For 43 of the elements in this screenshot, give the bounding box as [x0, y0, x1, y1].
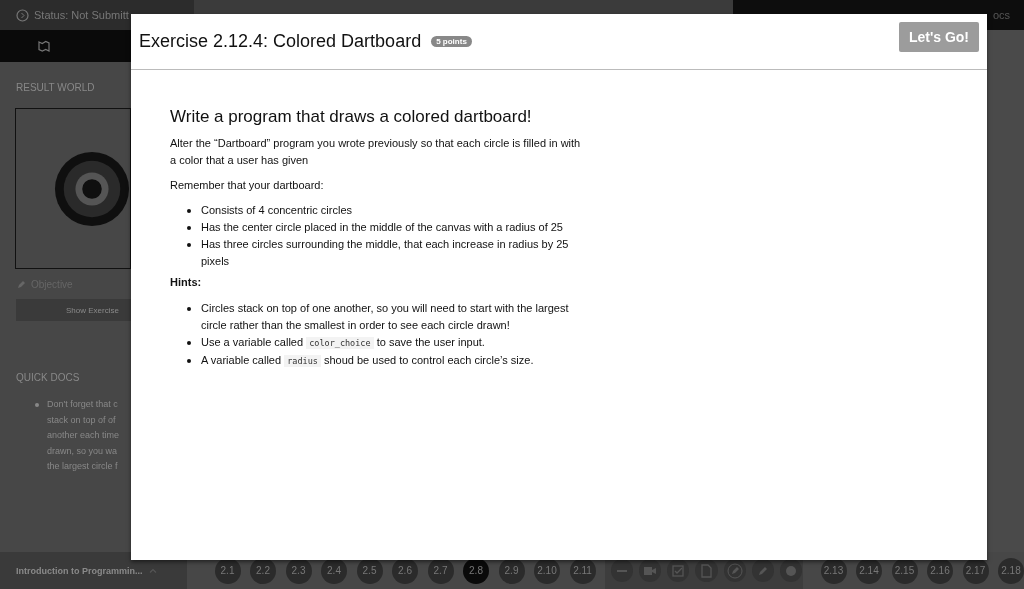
hint-text: A variable called radius shoud be used to control each circle’s size.: [201, 354, 534, 366]
pencil-icon: [17, 280, 25, 289]
hint-text: Circles stack on top of one another, so you will need to start with the largest circle rather than the smallest in order to see each circle drawn!: [201, 302, 569, 331]
bullet-icon: [35, 403, 39, 407]
bullet-icon: [187, 243, 191, 247]
toolbar-button[interactable]: [695, 559, 718, 582]
toolbar-button[interactable]: [610, 559, 633, 582]
bullet-icon: [187, 359, 191, 363]
toolbar-button[interactable]: [751, 559, 775, 582]
modal-title: Exercise 2.12.4: Colored Dartboard: [139, 31, 422, 52]
intro-text: Alter the “Dartboard” program you wrote previously so that each circle is filled in with a color that a user has given: [170, 136, 582, 168]
show-exercise-button[interactable]: Show Exercise: [16, 299, 131, 321]
hint-text: Use a variable called color_choice to save the user input.: [201, 336, 485, 348]
lets-go-button[interactable]: Let's Go!: [898, 22, 979, 52]
chevron-up-icon: [148, 568, 157, 573]
bullet-icon: [187, 307, 191, 311]
minus-icon: [616, 569, 627, 572]
bullet-icon: [187, 226, 191, 230]
inline-code: radius: [284, 355, 321, 367]
status-text: Status: Not Submitt: [34, 9, 129, 21]
toolbar-button[interactable]: [780, 559, 803, 582]
list-item-text: Has three circles surrounding the middle, that each increase in radius by 25 pixels: [201, 238, 569, 267]
toolbar-button[interactable]: [667, 559, 690, 582]
checkbox-icon: [670, 562, 687, 579]
points-badge: 5 points: [431, 36, 472, 47]
exercise-heading: Write a program that draws a colored dartboard!: [170, 107, 533, 127]
step-button[interactable]: 2.18: [998, 557, 1024, 584]
pencil-icon: [726, 562, 743, 579]
toolbar-button[interactable]: [638, 559, 662, 582]
section-title: QUICK DOCS: [16, 372, 81, 383]
section-title: RESULT WORLD: [16, 82, 96, 93]
list-item-text: Has the center circle placed in the middle of the canvas with a radius of 25: [201, 221, 563, 233]
map-icon: [38, 40, 50, 52]
docs-link[interactable]: ocs: [992, 9, 1010, 21]
hints-heading: Hints:: [170, 276, 203, 288]
bullet-icon: [187, 209, 191, 213]
inline-code: color_choice: [306, 337, 374, 349]
list-item-text: Consists of 4 concentric circles: [201, 204, 352, 216]
status-icon: [16, 8, 29, 22]
bullet-icon: [187, 341, 191, 345]
toolbar-button[interactable]: [723, 559, 746, 582]
document-icon: [698, 562, 715, 579]
paragraph-text: Remember that your dartboard:: [170, 178, 325, 193]
